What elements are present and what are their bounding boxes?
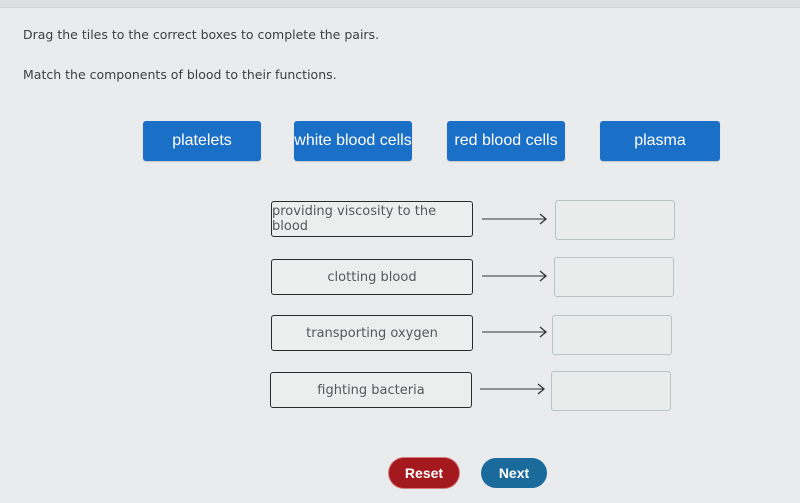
instruction-text: Drag the tiles to the correct boxes to c… [23, 27, 380, 42]
tile-white-blood-cells[interactable]: white blood cells [294, 121, 412, 161]
drop-target[interactable] [555, 200, 675, 240]
pair-row: clotting blood [0, 257, 800, 297]
arrow-right-icon [482, 326, 548, 338]
drop-target[interactable] [552, 315, 672, 355]
question-text: Match the components of blood to their f… [23, 67, 337, 82]
next-button[interactable]: Next [481, 458, 547, 488]
top-bar [0, 0, 800, 8]
tile-platelets[interactable]: platelets [143, 121, 261, 161]
function-label: fighting bacteria [270, 372, 472, 408]
function-label: clotting blood [271, 259, 473, 295]
function-label: providing viscosity to the blood [271, 201, 473, 237]
arrow-right-icon [480, 383, 546, 395]
function-label: transporting oxygen [271, 315, 473, 351]
tile-plasma[interactable]: plasma [600, 121, 720, 161]
drop-target[interactable] [551, 371, 671, 411]
arrow-right-icon [482, 213, 548, 225]
pair-row: providing viscosity to the blood [0, 200, 800, 240]
drop-target[interactable] [554, 257, 674, 297]
pair-row: transporting oxygen [0, 315, 800, 355]
arrow-right-icon [482, 270, 548, 282]
tile-red-blood-cells[interactable]: red blood cells [447, 121, 565, 161]
pair-row: fighting bacteria [0, 371, 800, 411]
reset-button[interactable]: Reset [389, 458, 459, 488]
